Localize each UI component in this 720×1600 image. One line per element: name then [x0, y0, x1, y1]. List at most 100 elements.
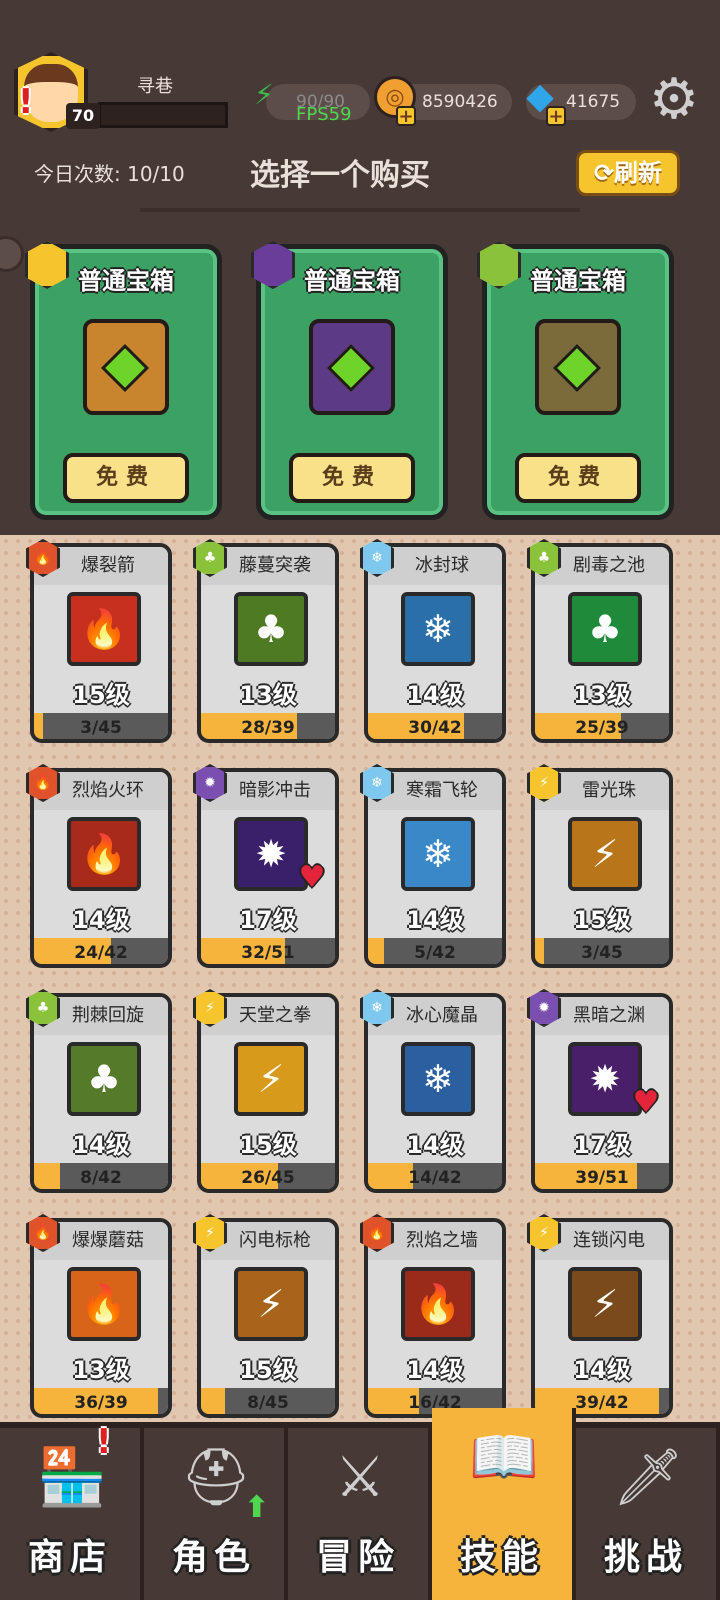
free-button[interactable]: 免费 — [63, 453, 189, 503]
refresh-button[interactable]: ⟳刷新 — [576, 150, 680, 196]
skill-progress-bar: 8/42 — [34, 1163, 168, 1189]
skill-card[interactable]: 雷光珠 ⚡ 15级 3/45 — [531, 768, 673, 968]
skill-card[interactable]: 天堂之拳 ⚡ 15级 26/45 — [197, 993, 339, 1193]
skill-level: 17级 — [573, 1131, 631, 1159]
skill-level: 13级 — [239, 681, 297, 709]
gems-value: 41675 — [566, 92, 621, 112]
nav-tab-3[interactable]: 📖 技能 — [432, 1408, 576, 1600]
skill-card[interactable]: 寒霜飞轮 ❄ 14级 5/42 — [364, 768, 506, 968]
skill-progress-bar: 25/39 — [535, 713, 669, 739]
skill-progress-text: 3/45 — [80, 718, 122, 738]
skill-art-icon: 🔥 — [67, 1267, 141, 1341]
sword-icon: 🗡 — [612, 1445, 684, 1510]
fps-counter: FPS59 — [296, 104, 352, 125]
skill-progress-bar: 30/42 — [368, 713, 502, 739]
add-coins-icon[interactable]: + — [396, 106, 416, 126]
nav-tab-4[interactable]: 🗡 挑战 — [576, 1428, 720, 1600]
skill-card[interactable]: 冰心魔晶 ❄ 14级 14/42 — [364, 993, 506, 1193]
xp-bar — [98, 102, 228, 128]
skill-level: 15级 — [239, 1131, 297, 1159]
skill-level: 14级 — [72, 906, 130, 934]
side-tab-icon[interactable] — [0, 236, 24, 272]
skill-art-icon: 🔥 — [401, 1267, 475, 1341]
skill-level: 13级 — [573, 681, 631, 709]
chest-title: 普通宝箱 — [530, 267, 626, 295]
skill-card[interactable]: 冰封球 ❄ 14级 30/42 — [364, 543, 506, 743]
player-level: 70 — [66, 103, 100, 129]
skill-progress-text: 36/39 — [74, 1393, 128, 1413]
refresh-label: 刷新 — [614, 159, 663, 187]
skill-card[interactable]: 爆爆蘑菇 🔥 13级 36/39 — [30, 1218, 172, 1418]
skill-progress-bar: 14/42 — [368, 1163, 502, 1189]
skill-card[interactable]: 藤蔓突袭 ♣ 13级 28/39 — [197, 543, 339, 743]
skill-progress-bar: 3/45 — [34, 713, 168, 739]
skill-progress-text: 3/45 — [581, 943, 623, 963]
skill-progress-text: 39/51 — [575, 1168, 629, 1188]
skill-art-icon: ⚡ — [568, 1267, 642, 1341]
free-button[interactable]: 免费 — [515, 453, 641, 503]
skill-card[interactable]: 烈焰之墙 🔥 14级 16/42 — [364, 1218, 506, 1418]
skill-progress-bar: 5/42 — [368, 938, 502, 964]
skill-level: 14级 — [406, 1131, 464, 1159]
skill-level: 15级 — [72, 681, 130, 709]
skill-art-icon: ⚡ — [234, 1267, 308, 1341]
skill-level: 14级 — [72, 1131, 130, 1159]
skill-progress-bar: 3/45 — [535, 938, 669, 964]
nav-label: 挑战 — [603, 1537, 688, 1578]
nav-label: 商店 — [27, 1537, 112, 1578]
skill-art-icon: ♣ — [568, 592, 642, 666]
skill-card[interactable]: 剧毒之池 ♣ 13级 25/39 — [531, 543, 673, 743]
skill-progress-text: 32/51 — [241, 943, 295, 963]
alert-icon: ! — [96, 1422, 112, 1462]
top-panel: ! 70 寻巷 90/90 ⚡ FPS59 8590426 ◎ + 41675 … — [0, 0, 720, 535]
skill-progress-text: 30/42 — [408, 718, 462, 738]
skill-progress-text: 26/45 — [241, 1168, 295, 1188]
skill-art-icon: 🔥 — [67, 817, 141, 891]
chest-card-3[interactable]: 普通宝箱 免费 — [477, 241, 674, 520]
refresh-icon: ⟳ — [593, 159, 615, 187]
chest-card-2[interactable]: 普通宝箱 免费 — [251, 241, 448, 520]
coins-value: 8590426 — [422, 92, 498, 112]
skill-progress-bar: 39/51 — [535, 1163, 669, 1189]
nav-label: 冒险 — [315, 1537, 400, 1578]
upgrade-arrow-icon: ⬆ — [244, 1490, 270, 1525]
skill-progress-text: 5/42 — [414, 943, 456, 963]
skill-level: 14级 — [573, 1356, 631, 1384]
skill-art-icon: ⚡ — [568, 817, 642, 891]
skill-level: 14级 — [406, 906, 464, 934]
skill-art-icon: 🔥 — [67, 592, 141, 666]
skill-art-icon: ⚡ — [234, 1042, 308, 1116]
chest-card-1[interactable]: 普通宝箱 免费 — [25, 241, 222, 520]
skill-level: 15级 — [239, 1356, 297, 1384]
crossed-swords-icon: ⚔ — [334, 1445, 386, 1510]
bottom-nav: 🏪! 商店 ⛑ ⬆ 角色 ⚔ 冒险 📖 技能 🗡 挑战 — [0, 1408, 720, 1600]
skill-art-icon: ❄ — [401, 1042, 475, 1116]
nav-tab-1[interactable]: ⛑ ⬆ 角色 — [144, 1428, 288, 1600]
nav-tab-2[interactable]: ⚔ 冒险 — [288, 1428, 432, 1600]
divider-ornament — [140, 208, 580, 212]
skill-progress-bar: 36/39 — [34, 1388, 168, 1414]
chest-title: 普通宝箱 — [78, 267, 174, 295]
avatar-alert-icon: ! — [18, 82, 34, 122]
energy-icon: ⚡ — [254, 77, 274, 111]
skill-card[interactable]: 闪电标枪 ⚡ 15级 8/45 — [197, 1218, 339, 1418]
nav-tab-0[interactable]: 🏪! 商店 — [0, 1422, 144, 1600]
nav-label: 角色 — [171, 1537, 256, 1578]
skill-progress-bar: 28/39 — [201, 713, 335, 739]
page-title: 选择一个购买 — [250, 158, 430, 193]
skill-level: 14级 — [406, 681, 464, 709]
skill-card[interactable]: 爆裂箭 🔥 15级 3/45 — [30, 543, 172, 743]
skill-card[interactable]: 荆棘回旋 ♣ 14级 8/42 — [30, 993, 172, 1193]
skill-level: 17级 — [239, 906, 297, 934]
skill-progress-text: 25/39 — [575, 718, 629, 738]
player-name: 寻巷 — [137, 76, 173, 97]
free-button[interactable]: 免费 — [289, 453, 415, 503]
skill-level: 14级 — [406, 1356, 464, 1384]
skill-card[interactable]: 连锁闪电 ⚡ 14级 39/42 — [531, 1218, 673, 1418]
spellbook-icon: 📖 — [469, 1425, 539, 1490]
skill-level: 15级 — [573, 906, 631, 934]
add-gems-icon[interactable]: + — [546, 106, 566, 126]
heart-icon: ♥ — [298, 860, 326, 895]
skill-card[interactable]: 烈焰火环 🔥 14级 24/42 — [30, 768, 172, 968]
settings-gear-icon[interactable]: ⚙ — [646, 72, 702, 128]
